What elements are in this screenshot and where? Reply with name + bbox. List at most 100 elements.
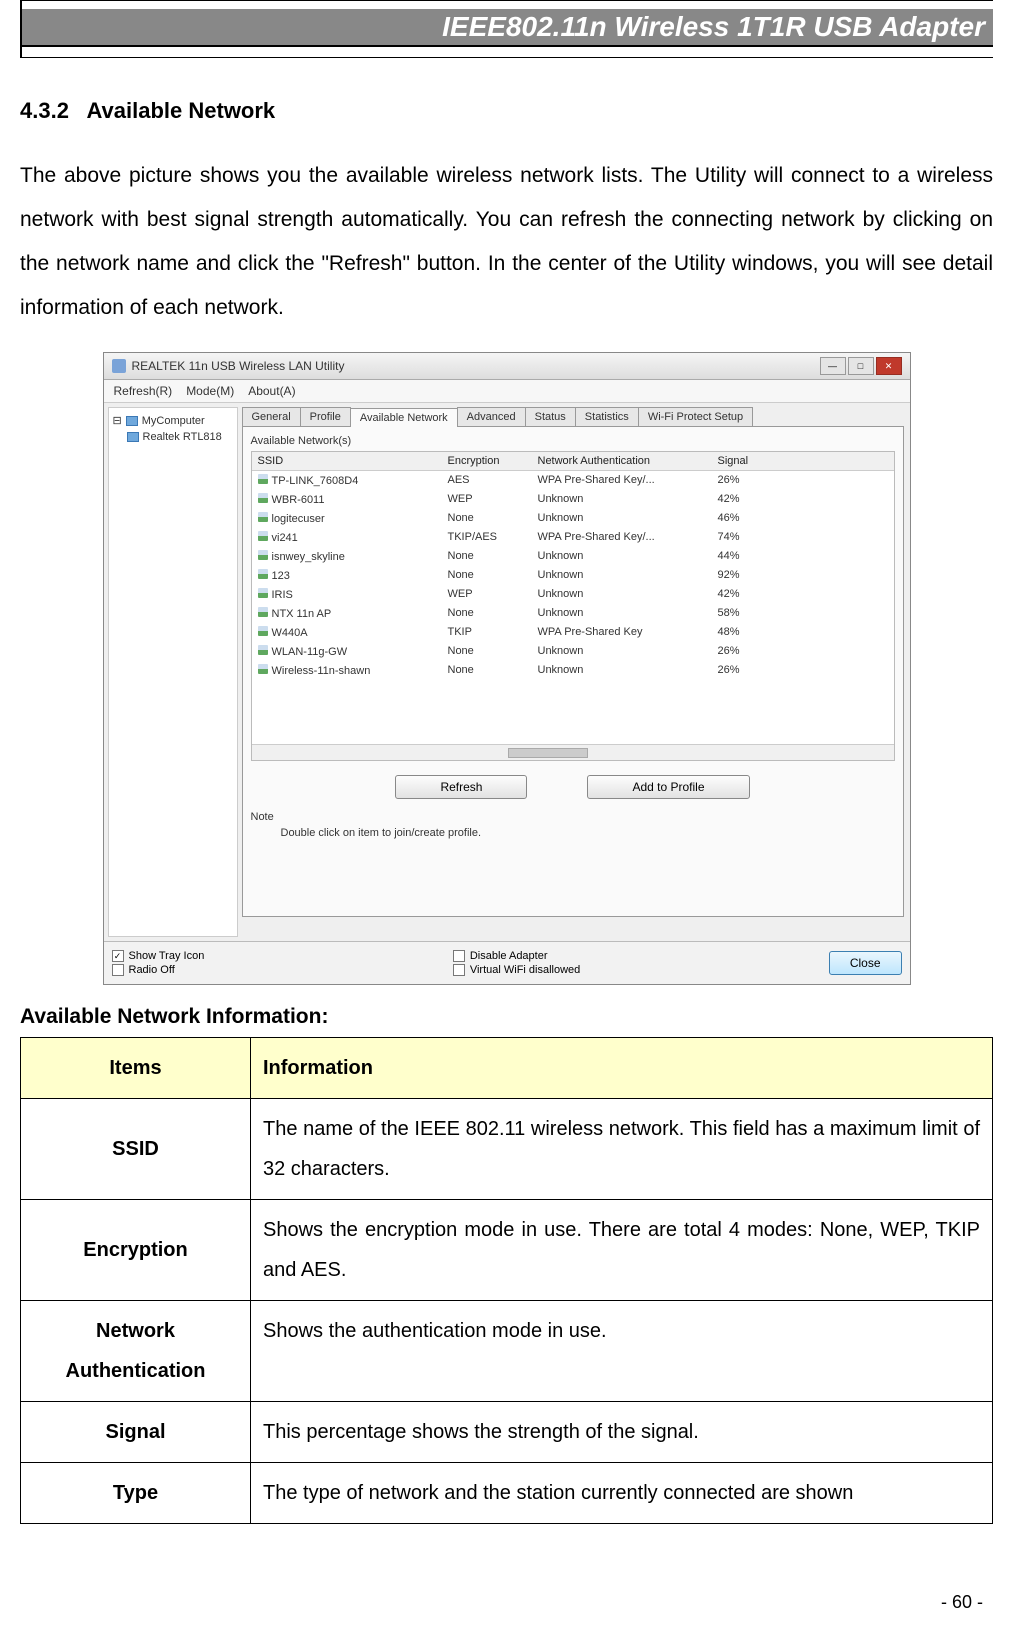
virtual-wifi-label: Virtual WiFi disallowed: [470, 964, 580, 976]
list-row[interactable]: Wireless-11n-shawnNoneUnknown26%: [252, 661, 894, 680]
col-auth[interactable]: Network Authentication: [538, 455, 718, 467]
window-title: REALTEK 11n USB Wireless LAN Utility: [132, 359, 345, 373]
signal-icon: [258, 512, 268, 522]
menu-mode[interactable]: Mode(M): [186, 384, 234, 398]
fieldset-label: Available Network(s): [251, 435, 895, 447]
tree-root[interactable]: ⊟ MyComputer: [113, 412, 233, 429]
tab-body: Available Network(s) SSID Encryption Net…: [242, 427, 904, 917]
disable-adapter-label: Disable Adapter: [470, 950, 548, 962]
col-encryption[interactable]: Encryption: [448, 455, 538, 467]
computer-icon: [126, 416, 138, 426]
bottom-bar: ✓ Show Tray Icon Radio Off Disable Adapt…: [104, 941, 910, 984]
col-signal[interactable]: Signal: [718, 455, 778, 467]
add-to-profile-button[interactable]: Add to Profile: [587, 775, 749, 799]
tab-general[interactable]: General: [242, 407, 301, 426]
tab-status[interactable]: Status: [525, 407, 576, 426]
th-information: Information: [251, 1038, 993, 1099]
table-row: SSIDThe name of the IEEE 802.11 wireless…: [21, 1099, 993, 1200]
signal-icon: [258, 474, 268, 484]
tab-bar: General Profile Available Network Advanc…: [242, 407, 904, 427]
description-cell: This percentage shows the strength of th…: [251, 1402, 993, 1463]
description-cell: Shows the encryption mode in use. There …: [251, 1200, 993, 1301]
item-cell: SSID: [21, 1099, 251, 1200]
list-row[interactable]: NTX 11n APNoneUnknown58%: [252, 604, 894, 623]
header-band: IEEE802.11n Wireless 1T1R USB Adapter: [20, 0, 993, 58]
refresh-button[interactable]: Refresh: [395, 775, 527, 799]
radio-off-checkbox[interactable]: Radio Off: [112, 964, 205, 976]
tree-root-label: MyComputer: [142, 415, 205, 427]
description-cell: Shows the authentication mode in use.: [251, 1301, 993, 1402]
close-button[interactable]: Close: [829, 951, 902, 975]
radio-off-label: Radio Off: [129, 964, 175, 976]
menubar: Refresh(R) Mode(M) About(A): [104, 380, 910, 403]
tab-available-network[interactable]: Available Network: [350, 408, 458, 427]
item-cell: Signal: [21, 1402, 251, 1463]
disable-adapter-checkbox[interactable]: Disable Adapter: [453, 950, 580, 962]
virtual-wifi-checkbox[interactable]: Virtual WiFi disallowed: [453, 964, 580, 976]
tab-wps[interactable]: Wi-Fi Protect Setup: [638, 407, 753, 426]
signal-icon: [258, 550, 268, 560]
tree-child-label: Realtek RTL818: [143, 431, 222, 443]
note-text: Double click on item to join/create prof…: [281, 827, 895, 839]
menu-refresh[interactable]: Refresh(R): [114, 384, 173, 398]
list-row[interactable]: isnwey_skylineNoneUnknown44%: [252, 547, 894, 566]
list-row[interactable]: WLAN-11g-GWNoneUnknown26%: [252, 642, 894, 661]
list-header: SSID Encryption Network Authentication S…: [252, 452, 894, 471]
checkbox-icon: [453, 964, 465, 976]
signal-icon: [258, 569, 268, 579]
list-row[interactable]: logitecuserNoneUnknown46%: [252, 509, 894, 528]
signal-icon: [258, 493, 268, 503]
note-label: Note: [251, 811, 895, 823]
list-row[interactable]: 123NoneUnknown92%: [252, 566, 894, 585]
checkbox-icon: [112, 964, 124, 976]
col-ssid[interactable]: SSID: [258, 455, 448, 467]
item-cell: Network Authentication: [21, 1301, 251, 1402]
info-table: Items Information SSIDThe name of the IE…: [20, 1037, 993, 1524]
page-number: - 60 -: [941, 1592, 983, 1613]
tree-child[interactable]: Realtek RTL818: [127, 429, 233, 445]
table-row: SignalThis percentage shows the strength…: [21, 1402, 993, 1463]
item-cell: Type: [21, 1463, 251, 1524]
body-paragraph: The above picture shows you the availabl…: [20, 154, 993, 330]
signal-icon: [258, 607, 268, 617]
list-row[interactable]: TP-LINK_7608D4AESWPA Pre-Shared Key/...2…: [252, 471, 894, 490]
list-row[interactable]: W440ATKIPWPA Pre-Shared Key48%: [252, 623, 894, 642]
table-row: EncryptionShows the encryption mode in u…: [21, 1200, 993, 1301]
minimize-button[interactable]: —: [820, 357, 846, 375]
adapter-icon: [127, 432, 139, 442]
show-tray-checkbox[interactable]: ✓ Show Tray Icon: [112, 950, 205, 962]
item-cell: Encryption: [21, 1200, 251, 1301]
signal-icon: [258, 626, 268, 636]
network-list[interactable]: SSID Encryption Network Authentication S…: [251, 451, 895, 761]
table-row: TypeThe type of network and the station …: [21, 1463, 993, 1524]
horizontal-scrollbar[interactable]: [252, 744, 894, 760]
section-heading: 4.3.2 Available Network: [20, 98, 993, 124]
tab-advanced[interactable]: Advanced: [457, 407, 526, 426]
device-tree[interactable]: ⊟ MyComputer Realtek RTL818: [108, 407, 238, 937]
section-number: 4.3.2: [20, 98, 69, 123]
signal-icon: [258, 664, 268, 674]
list-rows-container: TP-LINK_7608D4AESWPA Pre-Shared Key/...2…: [252, 471, 894, 744]
show-tray-label: Show Tray Icon: [129, 950, 205, 962]
utility-window: REALTEK 11n USB Wireless LAN Utility — □…: [103, 352, 911, 985]
tab-statistics[interactable]: Statistics: [575, 407, 639, 426]
info-heading: Available Network Information:: [20, 1005, 993, 1029]
close-window-button[interactable]: ✕: [876, 357, 902, 375]
signal-icon: [258, 588, 268, 598]
checkbox-checked-icon: ✓: [112, 950, 124, 962]
checkbox-icon: [453, 950, 465, 962]
document-header-title: IEEE802.11n Wireless 1T1R USB Adapter: [22, 9, 993, 47]
signal-icon: [258, 645, 268, 655]
description-cell: The type of network and the station curr…: [251, 1463, 993, 1524]
maximize-button[interactable]: □: [848, 357, 874, 375]
menu-about[interactable]: About(A): [248, 384, 295, 398]
list-row[interactable]: WBR-6011WEPUnknown42%: [252, 490, 894, 509]
tab-profile[interactable]: Profile: [300, 407, 351, 426]
section-title: Available Network: [86, 98, 275, 123]
table-row: Network AuthenticationShows the authenti…: [21, 1301, 993, 1402]
list-row[interactable]: vi241TKIP/AESWPA Pre-Shared Key/...74%: [252, 528, 894, 547]
signal-icon: [258, 531, 268, 541]
titlebar: REALTEK 11n USB Wireless LAN Utility — □…: [104, 353, 910, 380]
window-buttons: — □ ✕: [820, 357, 902, 375]
list-row[interactable]: IRISWEPUnknown42%: [252, 585, 894, 604]
